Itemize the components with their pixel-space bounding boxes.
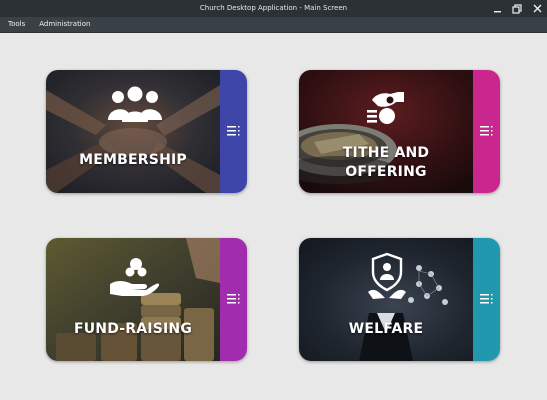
membership-card[interactable]: MEMBERSHIP (46, 70, 247, 193)
menu-administration[interactable]: Administration (31, 17, 96, 32)
hand-giving-icon (110, 258, 160, 296)
membership-label: MEMBERSHIP (79, 152, 187, 168)
main-window: Church Desktop Application - Main Screen… (0, 0, 547, 400)
hand-money-icon (367, 92, 404, 124)
shield-care-icon (368, 252, 406, 299)
fund-raising-label: FUND-RAISING (73, 321, 193, 337)
tithe-offering-card[interactable]: TITHE AND OFFERING (299, 70, 500, 193)
fund-raising-card[interactable]: FUND-RAISING (46, 238, 247, 361)
list-menu-icon[interactable] (480, 126, 493, 136)
people-group-icon (108, 86, 162, 122)
tithe-offering-label: TITHE AND OFFERING (342, 145, 430, 180)
minimize-icon[interactable] (491, 3, 503, 15)
fund-raising-menu-strip[interactable] (220, 238, 247, 361)
welfare-menu-strip[interactable] (473, 238, 500, 361)
window-title: Church Desktop Application - Main Screen (199, 4, 348, 12)
welfare-label: WELFARE (348, 321, 424, 337)
list-menu-icon[interactable] (227, 294, 240, 304)
tithe-menu-strip[interactable] (473, 70, 500, 193)
welfare-card[interactable]: WELFARE (299, 238, 500, 361)
list-menu-icon[interactable] (480, 294, 493, 304)
menu-tools[interactable]: Tools (0, 17, 31, 32)
list-menu-icon[interactable] (227, 126, 240, 136)
window-controls (491, 0, 543, 17)
menu-bar: Tools Administration (0, 17, 547, 33)
title-bar: Church Desktop Application - Main Screen (0, 0, 547, 17)
membership-menu-strip[interactable] (220, 70, 247, 193)
close-icon[interactable] (531, 3, 543, 15)
restore-icon[interactable] (511, 3, 523, 15)
